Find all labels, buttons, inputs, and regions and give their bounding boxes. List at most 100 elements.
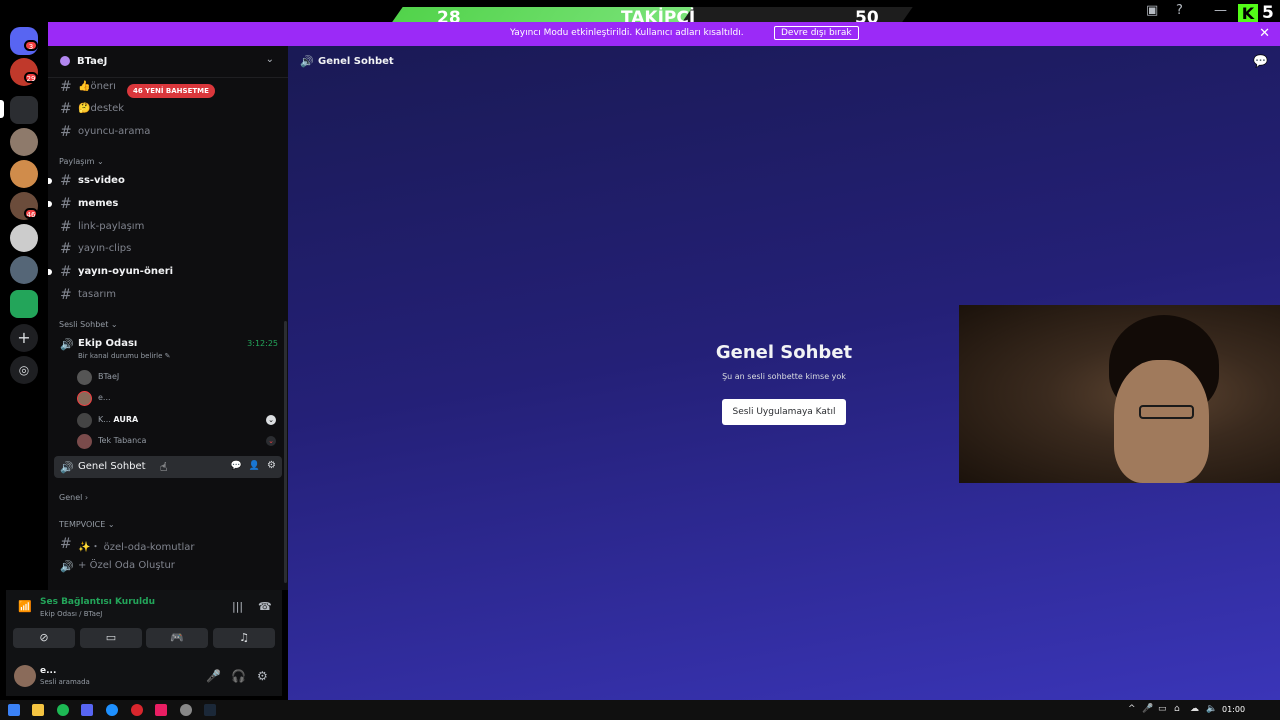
discord-taskbar-icon[interactable]	[81, 704, 93, 716]
disconnect-icon[interactable]: ☎	[258, 600, 272, 613]
channel-memes[interactable]: # memes	[48, 193, 282, 215]
server-header[interactable]: BTaeJ ⌄	[48, 46, 288, 78]
chat-icon[interactable]: 💬	[1253, 54, 1268, 68]
microphone-icon[interactable]: 🎤	[206, 669, 221, 683]
channel-ozel-oda-komutlar[interactable]: # ✨・ özel-oda-komutlar	[54, 533, 282, 555]
category-genel[interactable]: Genel ›	[59, 493, 88, 502]
main-header: 🔊 Genel Sohbet 💬	[288, 46, 1280, 78]
server-icon-2[interactable]	[10, 160, 38, 188]
server-icon-4[interactable]	[10, 224, 38, 252]
invite-icon[interactable]: 👤	[249, 461, 260, 471]
folder-icon[interactable]	[10, 96, 38, 124]
channel-name: Ekip Odası	[78, 338, 138, 349]
channel-oyuncu-arama[interactable]: # oyuncu-arama	[54, 121, 282, 143]
steam-icon[interactable]	[204, 704, 216, 716]
voice-location[interactable]: Ekip Odası / BTaeJ	[40, 610, 102, 618]
gear-icon[interactable]: ⚙	[267, 460, 276, 471]
channel-name: yayın-oyun-öneri	[78, 266, 174, 277]
hash-icon: #	[60, 101, 72, 117]
channel-name: tasarım	[78, 289, 117, 300]
activity-button[interactable]: 🎮	[146, 628, 208, 648]
browser-icon[interactable]	[106, 704, 118, 716]
close-icon[interactable]: ✕	[1259, 26, 1270, 41]
avatar	[77, 434, 92, 449]
tray-battery-icon[interactable]: ▭	[1158, 704, 1167, 714]
server-icon-6[interactable]	[10, 290, 38, 318]
user-name[interactable]: e...	[40, 666, 56, 676]
hash-icon: #	[60, 79, 72, 95]
screen-icon[interactable]: ▣	[1146, 3, 1158, 18]
spotify-icon[interactable]	[57, 704, 69, 716]
channel-name: özel-oda-komutlar	[103, 542, 195, 553]
channel-status-hint[interactable]: Bir kanal durumu belirle ✎	[78, 352, 171, 360]
tray-mic-icon[interactable]: 🎤	[1142, 704, 1153, 714]
category-sesli-sohbet[interactable]: Sesli Sohbet ⌄	[59, 320, 118, 329]
channel-link-paylasim[interactable]: # link-paylaşım	[54, 216, 282, 238]
channel-tasarim[interactable]: # tasarım	[54, 284, 282, 306]
channel-destek[interactable]: # 🤔destek	[54, 98, 282, 120]
voice-channel-genel-sohbet[interactable]: 🔊 Genel Sohbet 💬 👤 ⚙	[54, 456, 282, 478]
channel-ss-video[interactable]: # ss-video	[48, 170, 282, 192]
help-icon[interactable]: ?	[1176, 3, 1183, 18]
dm-badge: 3	[24, 40, 38, 51]
avatar[interactable]	[14, 665, 36, 687]
join-voice-button[interactable]: Sesli Uygulamaya Katıl	[722, 399, 846, 425]
headphones-icon[interactable]: 🎧	[231, 669, 246, 683]
camera-off-button[interactable]: ⊘	[13, 628, 75, 648]
webcam-overlay	[959, 305, 1280, 483]
speaker-icon: 🔊	[60, 338, 74, 351]
disable-streamer-mode-button[interactable]: Devre dışı bırak	[774, 26, 859, 40]
file-explorer-icon[interactable]	[32, 704, 44, 716]
tray-network-icon[interactable]: ⌂	[1174, 704, 1180, 714]
chat-icon[interactable]: 💬	[231, 461, 242, 471]
avatar	[77, 413, 92, 428]
tray-cloud-icon[interactable]: ☁	[1190, 704, 1199, 714]
clock[interactable]: 01:00	[1222, 705, 1245, 714]
windows-start-icon[interactable]	[8, 704, 20, 716]
category-tempvoice[interactable]: TEMPVOICE ⌄	[59, 520, 115, 529]
new-mentions-pill[interactable]: 46 YENİ BAHSETME	[127, 84, 215, 98]
screen-share-button[interactable]: ▭	[80, 628, 142, 648]
plus-icon: +	[78, 560, 87, 571]
soundboard-button[interactable]: ♫	[213, 628, 275, 648]
hash-icon: #	[60, 196, 72, 212]
chevron-down-icon[interactable]: ⌄	[266, 436, 276, 446]
voice-user-name: e...	[98, 393, 111, 402]
server-icon-5[interactable]	[10, 256, 38, 284]
server-header-icon	[60, 56, 70, 66]
gear-icon[interactable]: ⚙	[257, 669, 268, 683]
explore-icon[interactable]: ◎	[10, 356, 38, 384]
hash-icon: #	[60, 219, 72, 235]
chevron-down-icon[interactable]: ⌄	[266, 415, 276, 425]
avatar	[77, 370, 92, 385]
banner-text: Yayıncı Modu etkinleştirildi. Kullanıcı …	[510, 28, 744, 38]
tray-chevron-icon[interactable]: ^	[1128, 704, 1136, 714]
minimize-icon[interactable]: —	[1214, 3, 1227, 18]
hash-icon: #	[60, 536, 72, 552]
channel-yayin-clips[interactable]: # yayın-clips	[54, 238, 282, 260]
hash-icon: #	[60, 287, 72, 303]
channel-name: Özel Oda Oluştur	[89, 560, 175, 571]
tray-volume-icon[interactable]: 🔈	[1206, 704, 1217, 714]
music-app-icon[interactable]	[155, 704, 167, 716]
voice-user-name: BTaeJ	[98, 372, 120, 381]
add-server-icon[interactable]: +	[10, 324, 38, 352]
voice-connection-panel: 📶 Ses Bağlantısı Kuruldu Ekip Odası / BT…	[6, 590, 282, 656]
server-name: BTaeJ	[77, 56, 108, 67]
channel-name: ss-video	[78, 175, 125, 186]
voice-channel-ozel-oda-olustur[interactable]: 🔊 + Özel Oda Oluştur	[54, 555, 282, 577]
noise-suppression-icon[interactable]: |||	[232, 600, 243, 613]
signal-icon[interactable]: 📶	[18, 600, 32, 613]
opera-icon[interactable]	[131, 704, 143, 716]
channel-yayin-oyun-oneri[interactable]: # yayın-oyun-öneri	[48, 261, 282, 283]
channel-name: önerı	[90, 81, 116, 92]
user-panel: e... Sesli aramada 🎤 🎧 ⚙	[6, 656, 282, 696]
app-icon[interactable]	[180, 704, 192, 716]
active-server-pill	[0, 100, 4, 118]
sidebar-scrollbar[interactable]	[284, 321, 287, 583]
voice-status[interactable]: Ses Bağlantısı Kuruldu	[40, 597, 155, 607]
channel-name: destek	[90, 103, 125, 114]
streamer-mode-banner: Yayıncı Modu etkinleştirildi. Kullanıcı …	[48, 22, 1280, 46]
category-paylasim[interactable]: Paylaşım ⌄	[59, 157, 104, 166]
server-icon-1[interactable]	[10, 128, 38, 156]
